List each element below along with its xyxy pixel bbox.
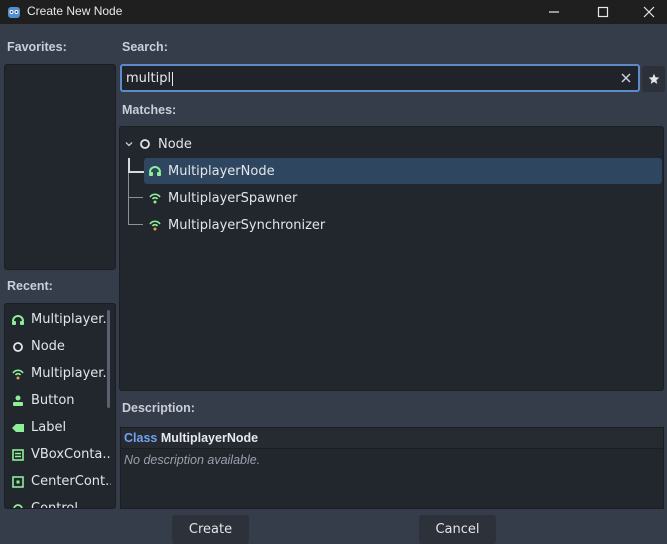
description-header: Class MultiplayerNode <box>120 427 664 449</box>
window-title: Create New Node <box>27 4 123 18</box>
star-icon <box>648 73 659 84</box>
multiplayer-spawner-icon <box>12 369 24 379</box>
label-icon <box>12 423 24 432</box>
multiplayer-node-icon <box>149 166 161 176</box>
node-circle-icon <box>13 341 23 352</box>
recent-item-label: Multiplayer... <box>31 366 111 381</box>
description-text: No description available. <box>124 453 261 467</box>
description-label: Description: <box>122 401 195 415</box>
minimize-icon <box>549 11 559 13</box>
cancel-button[interactable]: Cancel <box>419 515 496 544</box>
title-bar: Create New Node <box>0 0 667 24</box>
tree-connector <box>128 158 130 172</box>
class-name: MultiplayerNode <box>160 431 259 445</box>
multiplayer-synchronizer-icon <box>149 220 161 231</box>
multiplayer-spawner-icon <box>149 193 161 204</box>
recent-item-label: Label <box>31 420 67 435</box>
button-icon <box>13 395 23 406</box>
vbox-container-icon <box>12 448 24 461</box>
create-button[interactable]: Create <box>172 515 249 544</box>
multiplayer-node-icon <box>12 314 24 325</box>
tree-item-label: MultiplayerSynchronizer <box>168 217 326 233</box>
recent-item[interactable]: Button <box>11 387 111 414</box>
description-panel: No description available. <box>120 449 664 509</box>
recent-item[interactable]: Control <box>11 495 111 509</box>
tree-connector <box>128 224 143 225</box>
recent-item[interactable]: Label <box>11 414 111 441</box>
recent-scrollbar[interactable] <box>107 310 110 408</box>
node-circle-icon <box>140 139 150 149</box>
favorites-label: Favorites: <box>7 40 67 54</box>
search-input[interactable]: multipl <box>120 64 640 92</box>
maximize-button[interactable] <box>580 0 626 24</box>
dialog-body: Favorites: Recent: Multiplayer... Node M… <box>0 24 667 544</box>
text-caret <box>172 71 174 86</box>
tree-item[interactable]: MultiplayerSpawner <box>148 185 448 211</box>
favorites-list[interactable] <box>4 64 116 270</box>
tree-item-label: MultiplayerSpawner <box>168 190 298 206</box>
recent-item[interactable]: VBoxConta... <box>11 441 111 468</box>
close-window-button[interactable] <box>626 0 667 24</box>
tree-item[interactable]: MultiplayerSynchronizer <box>148 212 448 238</box>
tree-item-selected[interactable]: MultiplayerNode <box>144 158 662 184</box>
godot-icon <box>8 7 20 18</box>
recent-item-label: VBoxConta... <box>31 447 111 462</box>
tree-root-node[interactable]: Node <box>124 131 424 157</box>
recent-item[interactable]: Node <box>11 333 111 360</box>
tree-item-label: MultiplayerNode <box>168 163 275 179</box>
maximize-icon <box>597 6 609 18</box>
search-input-value: multipl <box>126 71 172 86</box>
recent-item-label: Button <box>31 393 75 408</box>
favorite-button[interactable] <box>642 66 665 92</box>
tree-root-label: Node <box>158 136 192 152</box>
recent-label: Recent: <box>7 279 53 293</box>
recent-item[interactable]: CenterCont... <box>11 468 111 495</box>
minimize-button[interactable] <box>531 0 577 24</box>
control-icon <box>13 503 23 508</box>
recent-item-label: Node <box>31 339 65 354</box>
center-container-icon <box>12 475 24 488</box>
close-icon[interactable] <box>618 70 634 86</box>
recent-item[interactable]: Multiplayer... <box>11 306 111 333</box>
recent-item-label: CenterCont... <box>31 474 111 489</box>
search-label: Search: <box>122 40 168 54</box>
tree-connector <box>128 197 143 198</box>
recent-list[interactable]: Multiplayer... Node Multiplayer... Butto… <box>4 303 116 509</box>
chevron-down-icon[interactable] <box>124 139 134 149</box>
recent-item-label: Control <box>31 501 78 509</box>
recent-item[interactable]: Multiplayer... <box>11 360 111 387</box>
matches-tree[interactable]: Node MultiplayerNode MultiplayerSpawner … <box>119 126 664 391</box>
description-class-title: Class MultiplayerNode <box>124 431 258 445</box>
recent-item-label: Multiplayer... <box>31 312 111 327</box>
class-keyword: Class <box>124 431 158 445</box>
tree-connector <box>128 173 129 224</box>
close-icon <box>643 6 655 18</box>
matches-label: Matches: <box>122 103 177 117</box>
tree-connector <box>128 171 144 173</box>
